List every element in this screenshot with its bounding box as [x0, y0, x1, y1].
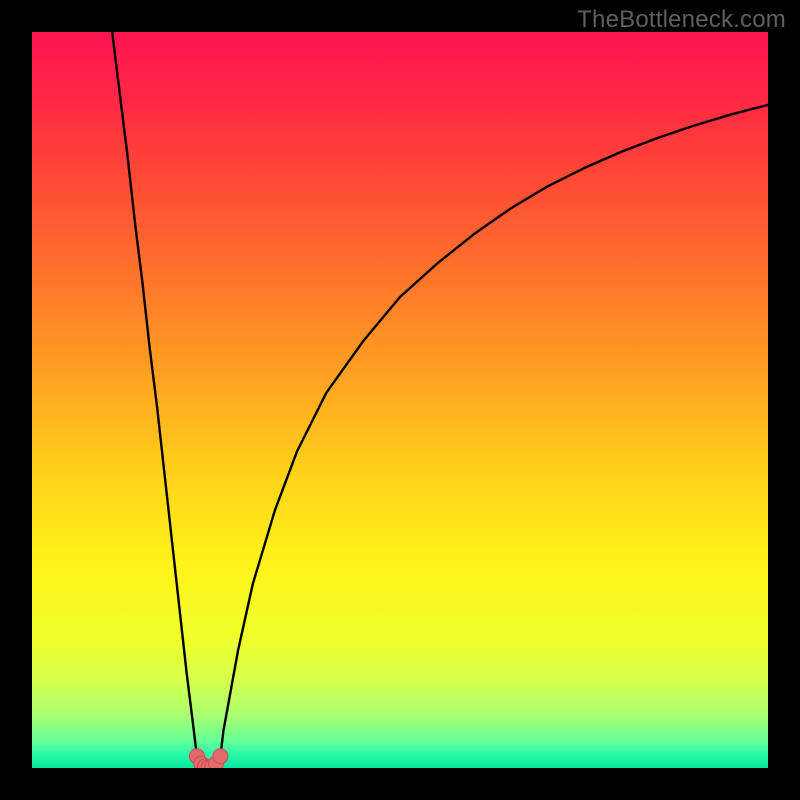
- chart-background-gradient: [32, 32, 768, 768]
- chart-frame: TheBottleneck.com: [0, 0, 800, 800]
- marker-dot: [213, 749, 228, 764]
- chart-plot-area: [32, 32, 768, 768]
- watermark-text: TheBottleneck.com: [577, 6, 786, 34]
- chart-svg: [32, 32, 768, 768]
